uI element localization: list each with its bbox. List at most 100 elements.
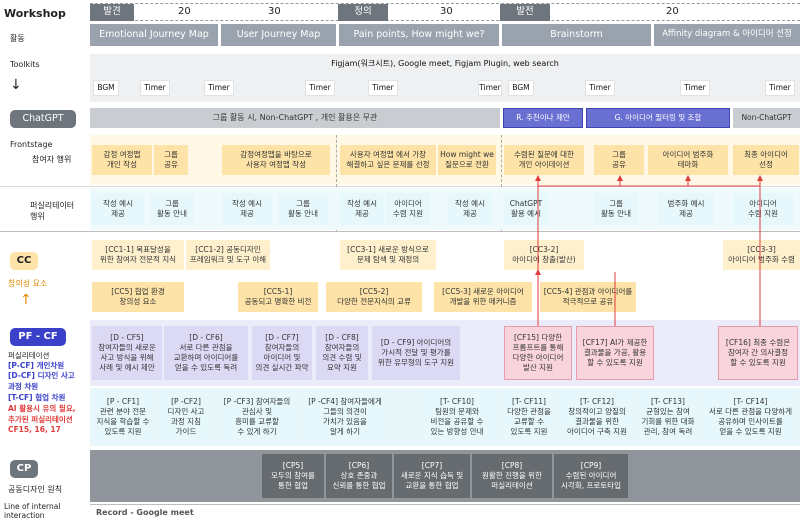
facilitator-step: 그룹 활동 안내 <box>150 193 194 225</box>
toolkits-bar: Figjam(워크시트), Google meet, Figjam Plugin… <box>331 58 559 68</box>
cc-item: [CC5-4] 관점과 아이디어를 적극적으로 공유 <box>540 282 636 312</box>
cc-label: CC <box>10 252 38 270</box>
facilitator-step: ChatGPT 활용 예시 <box>504 193 548 225</box>
dcf-item: [D - CF6] 서로 다른 관점을 교환하며 아이디어를 얻을 수 있도록 … <box>164 326 248 380</box>
line-of-internal-interaction-label: Line of internal interaction <box>4 502 61 520</box>
cc-sublabel: 창의성 요소 <box>8 279 48 288</box>
phase-develop-time: 20 <box>666 6 679 17</box>
phase-develop: 발전 <box>500 4 550 21</box>
phase-define-time: 30 <box>440 6 453 17</box>
timer-tag: Timer <box>585 80 615 96</box>
phase-define: 정의 <box>338 4 388 21</box>
participant-step: 그룹 공유 <box>154 145 188 175</box>
facilitator-step: 아이디어 수렴 지원 <box>733 193 793 225</box>
phase-discover-time-2: 30 <box>268 6 281 17</box>
participant-label: 참여자 행위 <box>32 155 72 164</box>
participant-step: How might we 질문으로 전환 <box>438 145 496 175</box>
frontstage-label: Frontstage <box>10 140 53 149</box>
cp-label: CP <box>10 460 38 478</box>
participant-step: 감정 여정맵 개인 작성 <box>92 145 152 175</box>
activity-pain-points: Pain points, How might we? <box>339 24 499 46</box>
up-arrow-icon: ↑ <box>20 292 32 308</box>
phase-discover: 발견 <box>90 4 134 21</box>
facilitator-label: 퍼실리테이터 행위 <box>30 201 75 221</box>
chatgpt-group-rule: 그룹 활동 시, Non-ChatGPT , 개인 활용은 무관 <box>90 108 500 128</box>
tcf-item: [T- CF10] 팀원의 문제와 비전을 공유할 수 있는 방향성 안내 <box>418 390 496 444</box>
cc-item: [CC3-1] 새로운 방식으로 문제 탐색 및 재정의 <box>340 240 436 270</box>
cc-item: [CC3-2] 아이디어 창출(발산) <box>504 240 584 270</box>
frontstage-divider <box>0 186 800 187</box>
participant-step: 수렴된 질문에 대한 개인 아이데이션 <box>504 145 584 175</box>
activity-user-journey-map: User Journey Map <box>221 24 336 46</box>
dcf-item: [D - CF5] 참여자들의 새로운 사고 방식을 위해 사례 및 예시 제안 <box>92 326 162 380</box>
timer-tag: Timer <box>305 80 335 96</box>
facilitator-step: 그룹 활동 안내 <box>278 193 328 225</box>
cp-item: [CP6] 상호 존중과 신뢰를 통한 협업 <box>326 454 392 498</box>
chatgpt-recommend: R. 추천이나 제안 <box>503 108 583 128</box>
facilitator-step: 작성 예시 제공 <box>448 193 492 225</box>
record-note: Record - Google meet <box>96 508 194 517</box>
chatgpt-non: Non-ChatGPT <box>733 108 800 128</box>
pfcf-label: PF - CF <box>10 328 66 346</box>
dcf-item: [D - CF8] 참여자들의 의견 수렴 및 요약 지원 <box>316 326 368 380</box>
participant-step: 그룹 공유 <box>594 145 644 175</box>
participant-step: 감정여정맵을 바탕으로 사용자 여정맵 작성 <box>222 145 330 175</box>
tcf-item: [T- CF12] 창의적이고 양질의 결과물을 위한 아이디어 구축 지원 <box>560 390 634 444</box>
cc-item: [CC5-1] 공동되고 명확한 비전 <box>238 282 318 312</box>
timer-tag: Timer <box>765 80 795 96</box>
pcf-item: [P -CF3] 참여자들의 관심사 및 흥미를 교류할 수 있게 하기 <box>218 390 296 444</box>
cf-ai-item: [CF16] 최종 수렴은 참여자 간 의사결정 할 수 있도록 지원 <box>718 326 798 380</box>
timeline-label: 활동 <box>10 34 25 43</box>
tcf-item: [T- CF13] 균형있는 참여 기회를 위한 대화 관리, 참여 독려 <box>636 390 700 444</box>
timer-tag: Timer <box>204 80 234 96</box>
participant-step: 아이디어 범주화 테마화 <box>648 145 728 175</box>
bgm-tag: BGM <box>93 80 119 96</box>
timer-tag: Timer <box>478 80 502 96</box>
cc-item: [CC5] 협업 환경 창의성 요소 <box>92 282 184 312</box>
pfcf-legend-ai: AI 활용시 유의 필요, 추가된 퍼실리테이션 CF15, 16, 17 <box>8 404 76 434</box>
pcf-item: [P -CF2] 디자인 사고 과정 지침 가이드 <box>158 390 214 444</box>
bgm-tag: BGM <box>508 80 534 96</box>
tcf-item: [T- CF11] 다양한 관점을 교류할 수 있도록 지원 <box>500 390 558 444</box>
activity-emotional-journey-map: Emotional Journey Map <box>90 24 218 46</box>
activity-affinity: Affinity diagram & 아이디어 선정 <box>654 24 800 46</box>
cp-item: [CP7] 새로운 지식 습득 및 교환을 통한 협업 <box>394 454 470 498</box>
interaction-line <box>0 231 800 232</box>
cf-ai-item: [CF17] AI가 제공한 결과물을 가공, 활용 할 수 있도록 지원 <box>576 326 654 380</box>
timer-tag: Timer <box>368 80 398 96</box>
cp-item: [CP9] 수렴된 아이디어 시각화, 프로토타입 <box>554 454 628 498</box>
participant-step: 사용자 여정맵 에서 가장 해결하고 싶은 문제를 선정 <box>340 145 436 175</box>
timer-tag: Timer <box>680 80 710 96</box>
cf-ai-item: [CF15] 다양한 프롬프트를 통해 다양한 아이디어 발산 지원 <box>504 326 572 380</box>
participant-step: 최종 아이디어 선정 <box>733 145 799 175</box>
down-arrow-icon: ↓ <box>10 77 22 93</box>
tcf-item: [T- CF14] 서로 다른 관점을 다양하게 공유하며 인사이트를 얻을 수… <box>702 390 799 444</box>
pfcf-legend-dcf: [D-CF] 디자인 사고 과정 차원 <box>8 371 75 391</box>
cp-sublabel: 공동디자인 원칙 <box>8 485 63 494</box>
cc-item: [CC3-3] 아이디어 범주화 수렴 <box>723 240 800 270</box>
facilitator-step: 아이디어 수렴 지원 <box>386 193 430 225</box>
dcf-item: [D - CF7] 참여자들의 아이디어 및 의견 실시간 파악 <box>252 326 312 380</box>
cc-item: [CC1-1] 목표달성을 위한 참여자 전문적 지식 <box>92 240 184 270</box>
facilitator-step: 작성 예시 제공 <box>222 193 272 225</box>
pfcf-legend-tcf: [T-CF] 협업 차원 <box>8 393 66 402</box>
workshop-title: Workshop <box>4 7 66 20</box>
cc-item: [CC1-2] 공동디자인 프레임워크 및 도구 이해 <box>186 240 270 270</box>
chatgpt-label: ChatGPT <box>10 110 76 128</box>
cc-item: [CC5-3] 새로운 아이디어 개발을 위한 메커니즘 <box>434 282 532 312</box>
facilitator-step: 그룹 활동 안내 <box>594 193 638 225</box>
timer-tag: Timer <box>140 80 170 96</box>
dcf-item: [D - CF9] 아이디어의 가시적 전달 및 평가를 위한 유무형의 도구 … <box>372 326 460 380</box>
facilitator-step: 작성 예시 제공 <box>340 193 384 225</box>
facilitator-step: 작성 예시 제공 <box>92 193 144 225</box>
toolkits-label: Toolkits <box>10 60 40 69</box>
activity-brainstorm: Brainstorm <box>502 24 651 46</box>
pcf-item: [P -CF4] 참여자들에게 그들의 의견이 가치가 있음을 알게 하기 <box>300 390 390 444</box>
cp-item: [CP8] 원활한 진행을 위한 퍼실리테이션 <box>472 454 552 498</box>
chatgpt-filter-combine: G. 아이디어 필터링 및 조합 <box>586 108 730 128</box>
facilitator-step: 범주화 예시 제공 <box>658 193 714 225</box>
footer-line <box>90 504 800 505</box>
cp-item: [CP5] 모두의 참여를 통한 협업 <box>262 454 324 498</box>
pcf-item: [P - CF1] 관련 분야 전문 지식을 학습할 수 있도록 지원 <box>92 390 154 444</box>
phase-discover-time-1: 20 <box>178 6 191 17</box>
